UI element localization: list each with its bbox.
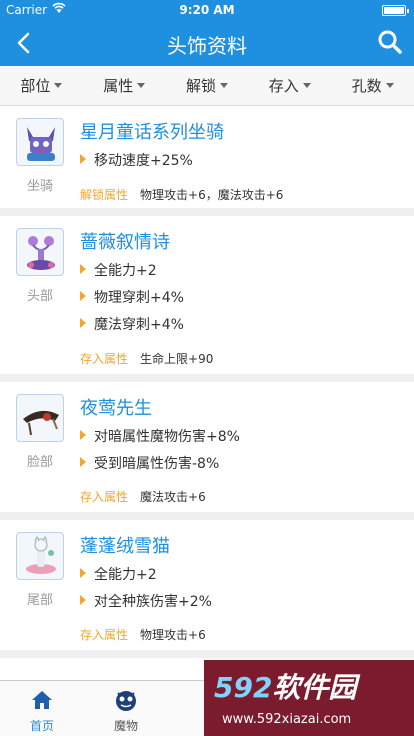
extra-value: 生命上限+90	[140, 352, 214, 366]
item-extra: 存入属性 生命上限+90	[80, 350, 213, 367]
item-name: 星月童话系列坐骑	[80, 122, 224, 143]
item-name: 蔷薇叙情诗	[80, 232, 170, 253]
item-effect: 受到暗属性伤害-8%	[80, 453, 219, 473]
page-title: 头饰资料	[167, 34, 247, 58]
item-effect: 移动速度+25%	[80, 150, 193, 170]
battery-icon	[382, 5, 409, 16]
triangle-bullet-icon	[80, 291, 86, 301]
watermark-brand: 软件园	[272, 671, 357, 704]
watermark-url: www.592xiazai.com	[222, 712, 352, 727]
filter-attribute[interactable]: 属性	[83, 66, 166, 105]
extra-label: 解锁属性	[80, 188, 129, 202]
list-item[interactable]: 头部 蔷薇叙情诗 全能力+2 物理穿刺+4% 魔法穿刺+4% 存入属性 生命上限+…	[0, 216, 414, 382]
triangle-bullet-icon	[80, 568, 86, 578]
triangle-bullet-icon	[80, 154, 86, 164]
home-icon	[29, 687, 55, 713]
watermark-logo: 592软件园 www.592xiazai.com	[204, 660, 414, 736]
search-icon[interactable]	[376, 28, 404, 56]
status-bar: Carrier 9:20 AM	[0, 0, 414, 20]
item-slot: 尾部	[26, 593, 53, 608]
item-thumbnail	[16, 118, 64, 166]
filter-label: 部位	[20, 77, 51, 95]
item-thumbnail	[16, 228, 64, 276]
item-extra: 存入属性 物理攻击+6	[80, 626, 206, 643]
filter-deposit[interactable]: 存入	[248, 66, 331, 105]
triangle-bullet-icon	[80, 457, 86, 467]
caret-down-icon	[137, 83, 146, 88]
triangle-bullet-icon	[80, 264, 86, 274]
filter-unlock[interactable]: 解锁	[166, 66, 249, 105]
item-slot: 脸部	[26, 455, 53, 470]
item-effect: 物理穿刺+4%	[80, 287, 184, 307]
headwear-list: 坐骑 星月童话系列坐骑 移动速度+25% 解锁属性 物理攻击+6，魔法攻击+6 头…	[0, 106, 414, 658]
caret-down-icon	[54, 83, 63, 88]
extra-value: 魔法攻击+6	[140, 490, 206, 504]
item-effect: 魔法穿刺+4%	[80, 314, 184, 334]
caret-down-icon	[385, 83, 394, 88]
item-slot: 头部	[26, 289, 53, 304]
monster-icon	[113, 687, 139, 713]
filter-bar: 部位 属性 解锁 存入 孔数	[0, 66, 414, 106]
tab-home[interactable]: 首页	[0, 681, 84, 736]
item-effect: 全能力+2	[80, 260, 157, 280]
list-item[interactable]: 尾部 蓬蓬绒雪猫 全能力+2 对全种族伤害+2% 存入属性 物理攻击+6	[0, 520, 414, 658]
watermark-number: 592	[214, 671, 273, 704]
item-effect: 对暗属性魔物伤害+8%	[80, 426, 240, 446]
extra-value: 物理攻击+6	[140, 628, 206, 642]
filter-label: 属性	[103, 77, 134, 95]
status-time: 9:20 AM	[179, 3, 235, 17]
item-slot: 坐骑	[26, 179, 53, 194]
filter-label: 解锁	[185, 77, 216, 95]
tab-monster[interactable]: 魔物	[84, 681, 168, 736]
extra-label: 存入属性	[80, 490, 129, 504]
caret-down-icon	[220, 83, 228, 88]
item-name: 夜莺先生	[80, 398, 152, 419]
filter-slots[interactable]: 孔数	[331, 66, 414, 105]
triangle-bullet-icon	[80, 430, 86, 440]
tab-bar: 首页 魔物	[0, 680, 204, 736]
item-effect: 全能力+2	[80, 564, 157, 584]
item-effect: 对全种族伤害+2%	[80, 591, 212, 611]
item-extra: 存入属性 魔法攻击+6	[80, 488, 206, 505]
item-thumbnail	[16, 394, 64, 442]
tab-label: 魔物	[113, 719, 138, 733]
list-item[interactable]: 脸部 夜莺先生 对暗属性魔物伤害+8% 受到暗属性伤害-8% 存入属性 魔法攻击+…	[0, 382, 414, 520]
triangle-bullet-icon	[80, 318, 86, 328]
triangle-bullet-icon	[80, 595, 86, 605]
extra-label: 存入属性	[80, 628, 129, 642]
extra-value: 物理攻击+6，魔法攻击+6	[140, 188, 284, 202]
filter-label: 存入	[268, 77, 299, 95]
item-thumbnail	[16, 532, 64, 580]
caret-down-icon	[302, 83, 311, 88]
filter-label: 孔数	[351, 77, 382, 95]
list-item[interactable]: 坐骑 星月童话系列坐骑 移动速度+25% 解锁属性 物理攻击+6，魔法攻击+6	[0, 106, 414, 216]
item-name: 蓬蓬绒雪猫	[80, 536, 170, 557]
extra-label: 存入属性	[80, 352, 129, 366]
filter-part[interactable]: 部位	[0, 66, 83, 105]
nav-bar: 头饰资料	[0, 20, 414, 66]
tab-label: 首页	[29, 719, 54, 733]
item-extra: 解锁属性 物理攻击+6，魔法攻击+6	[80, 186, 283, 203]
